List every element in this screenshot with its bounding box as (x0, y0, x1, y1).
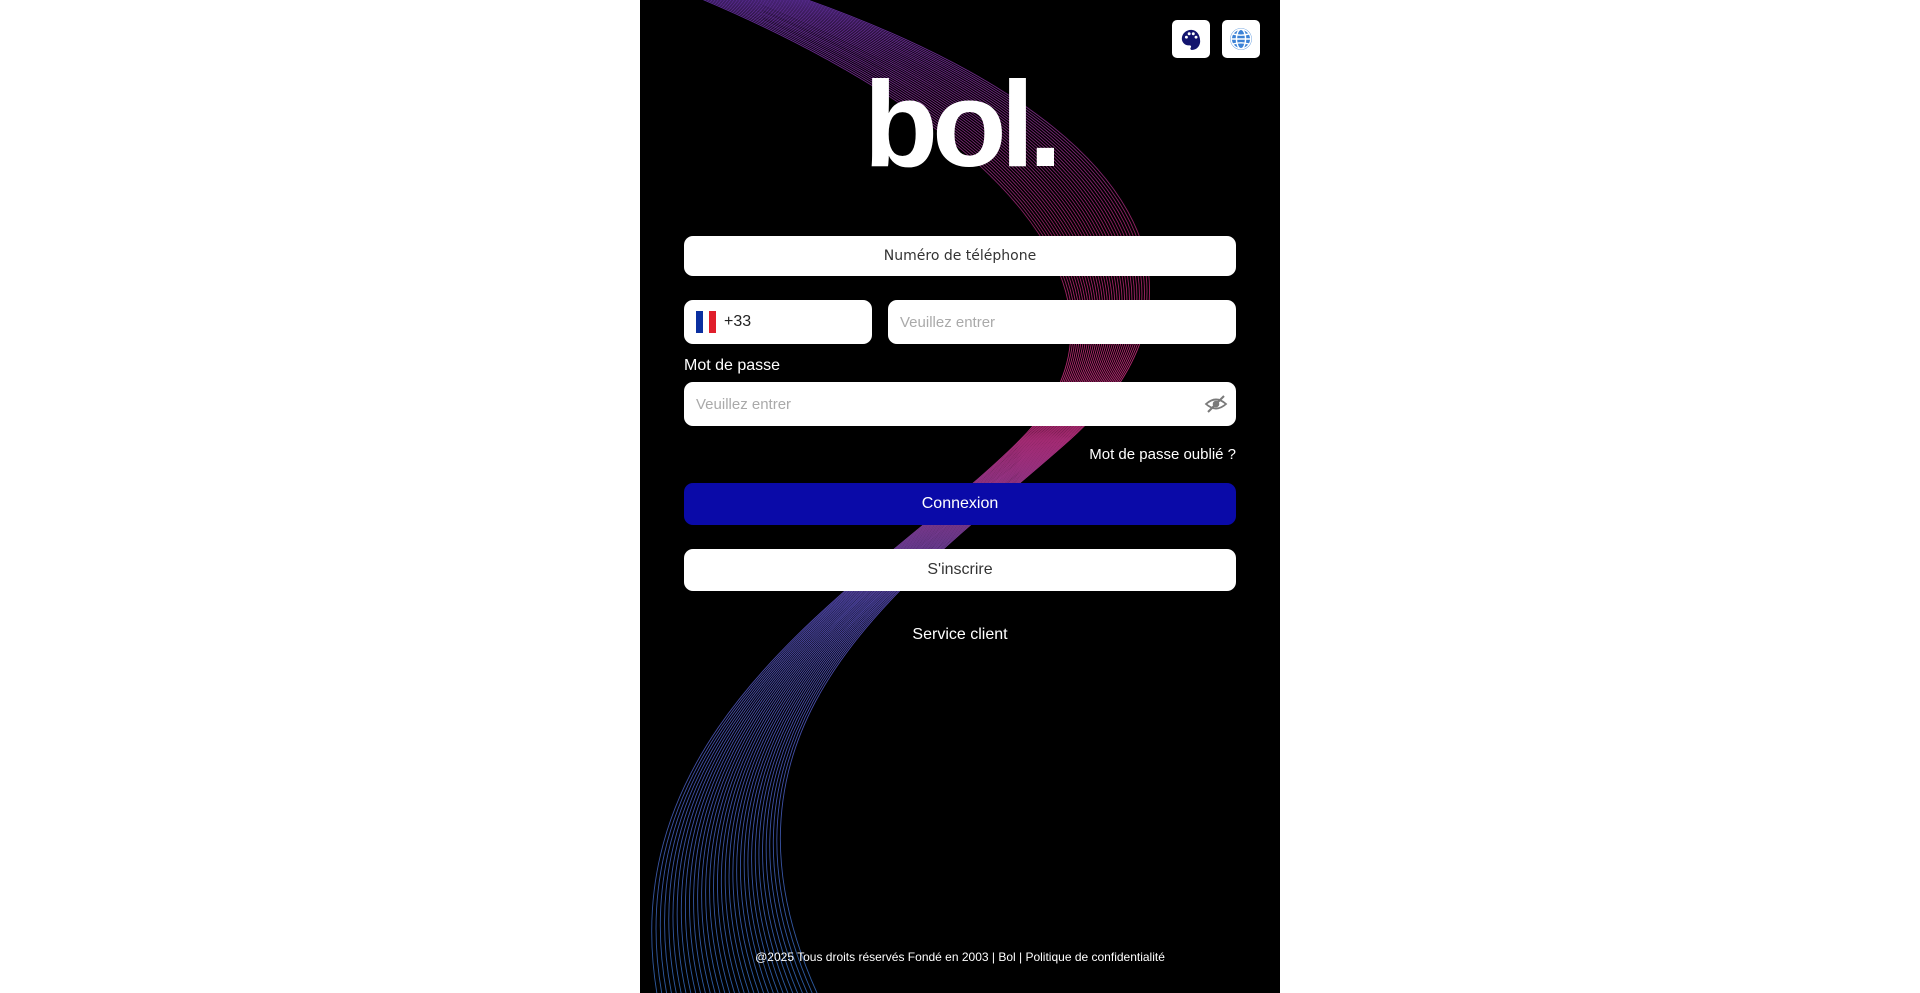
language-button[interactable] (1222, 20, 1260, 58)
country-code: +33 (724, 313, 752, 330)
brand-logo: bol. (864, 66, 1063, 176)
login-button[interactable]: Connexion (684, 483, 1236, 525)
app-screen: bol. Numéro de téléphone +33 Mot de pass… (640, 0, 1280, 993)
country-code-selector[interactable]: +33 (684, 300, 872, 344)
signup-button[interactable]: S'inscrire (684, 549, 1236, 591)
password-input[interactable] (684, 382, 1236, 426)
password-label: Mot de passe (684, 357, 781, 374)
customer-service-container: Service client (640, 626, 1280, 644)
globe-icon (1230, 28, 1252, 50)
palette-icon (1181, 29, 1201, 50)
france-flag-icon (696, 311, 717, 333)
eye-off-icon[interactable] (1204, 392, 1228, 416)
footer-text: @2025 Tous droits réservés Fondé en 2003… (755, 950, 1165, 964)
forgot-password-link[interactable]: Mot de passe oublié ? (1089, 446, 1236, 463)
phone-input[interactable] (888, 300, 1236, 344)
customer-service-link[interactable]: Service client (912, 626, 1007, 643)
svg-text:bol.: bol. (864, 66, 1057, 176)
theme-button[interactable] (1172, 20, 1210, 58)
phone-number-label: Numéro de téléphone (684, 236, 1236, 276)
